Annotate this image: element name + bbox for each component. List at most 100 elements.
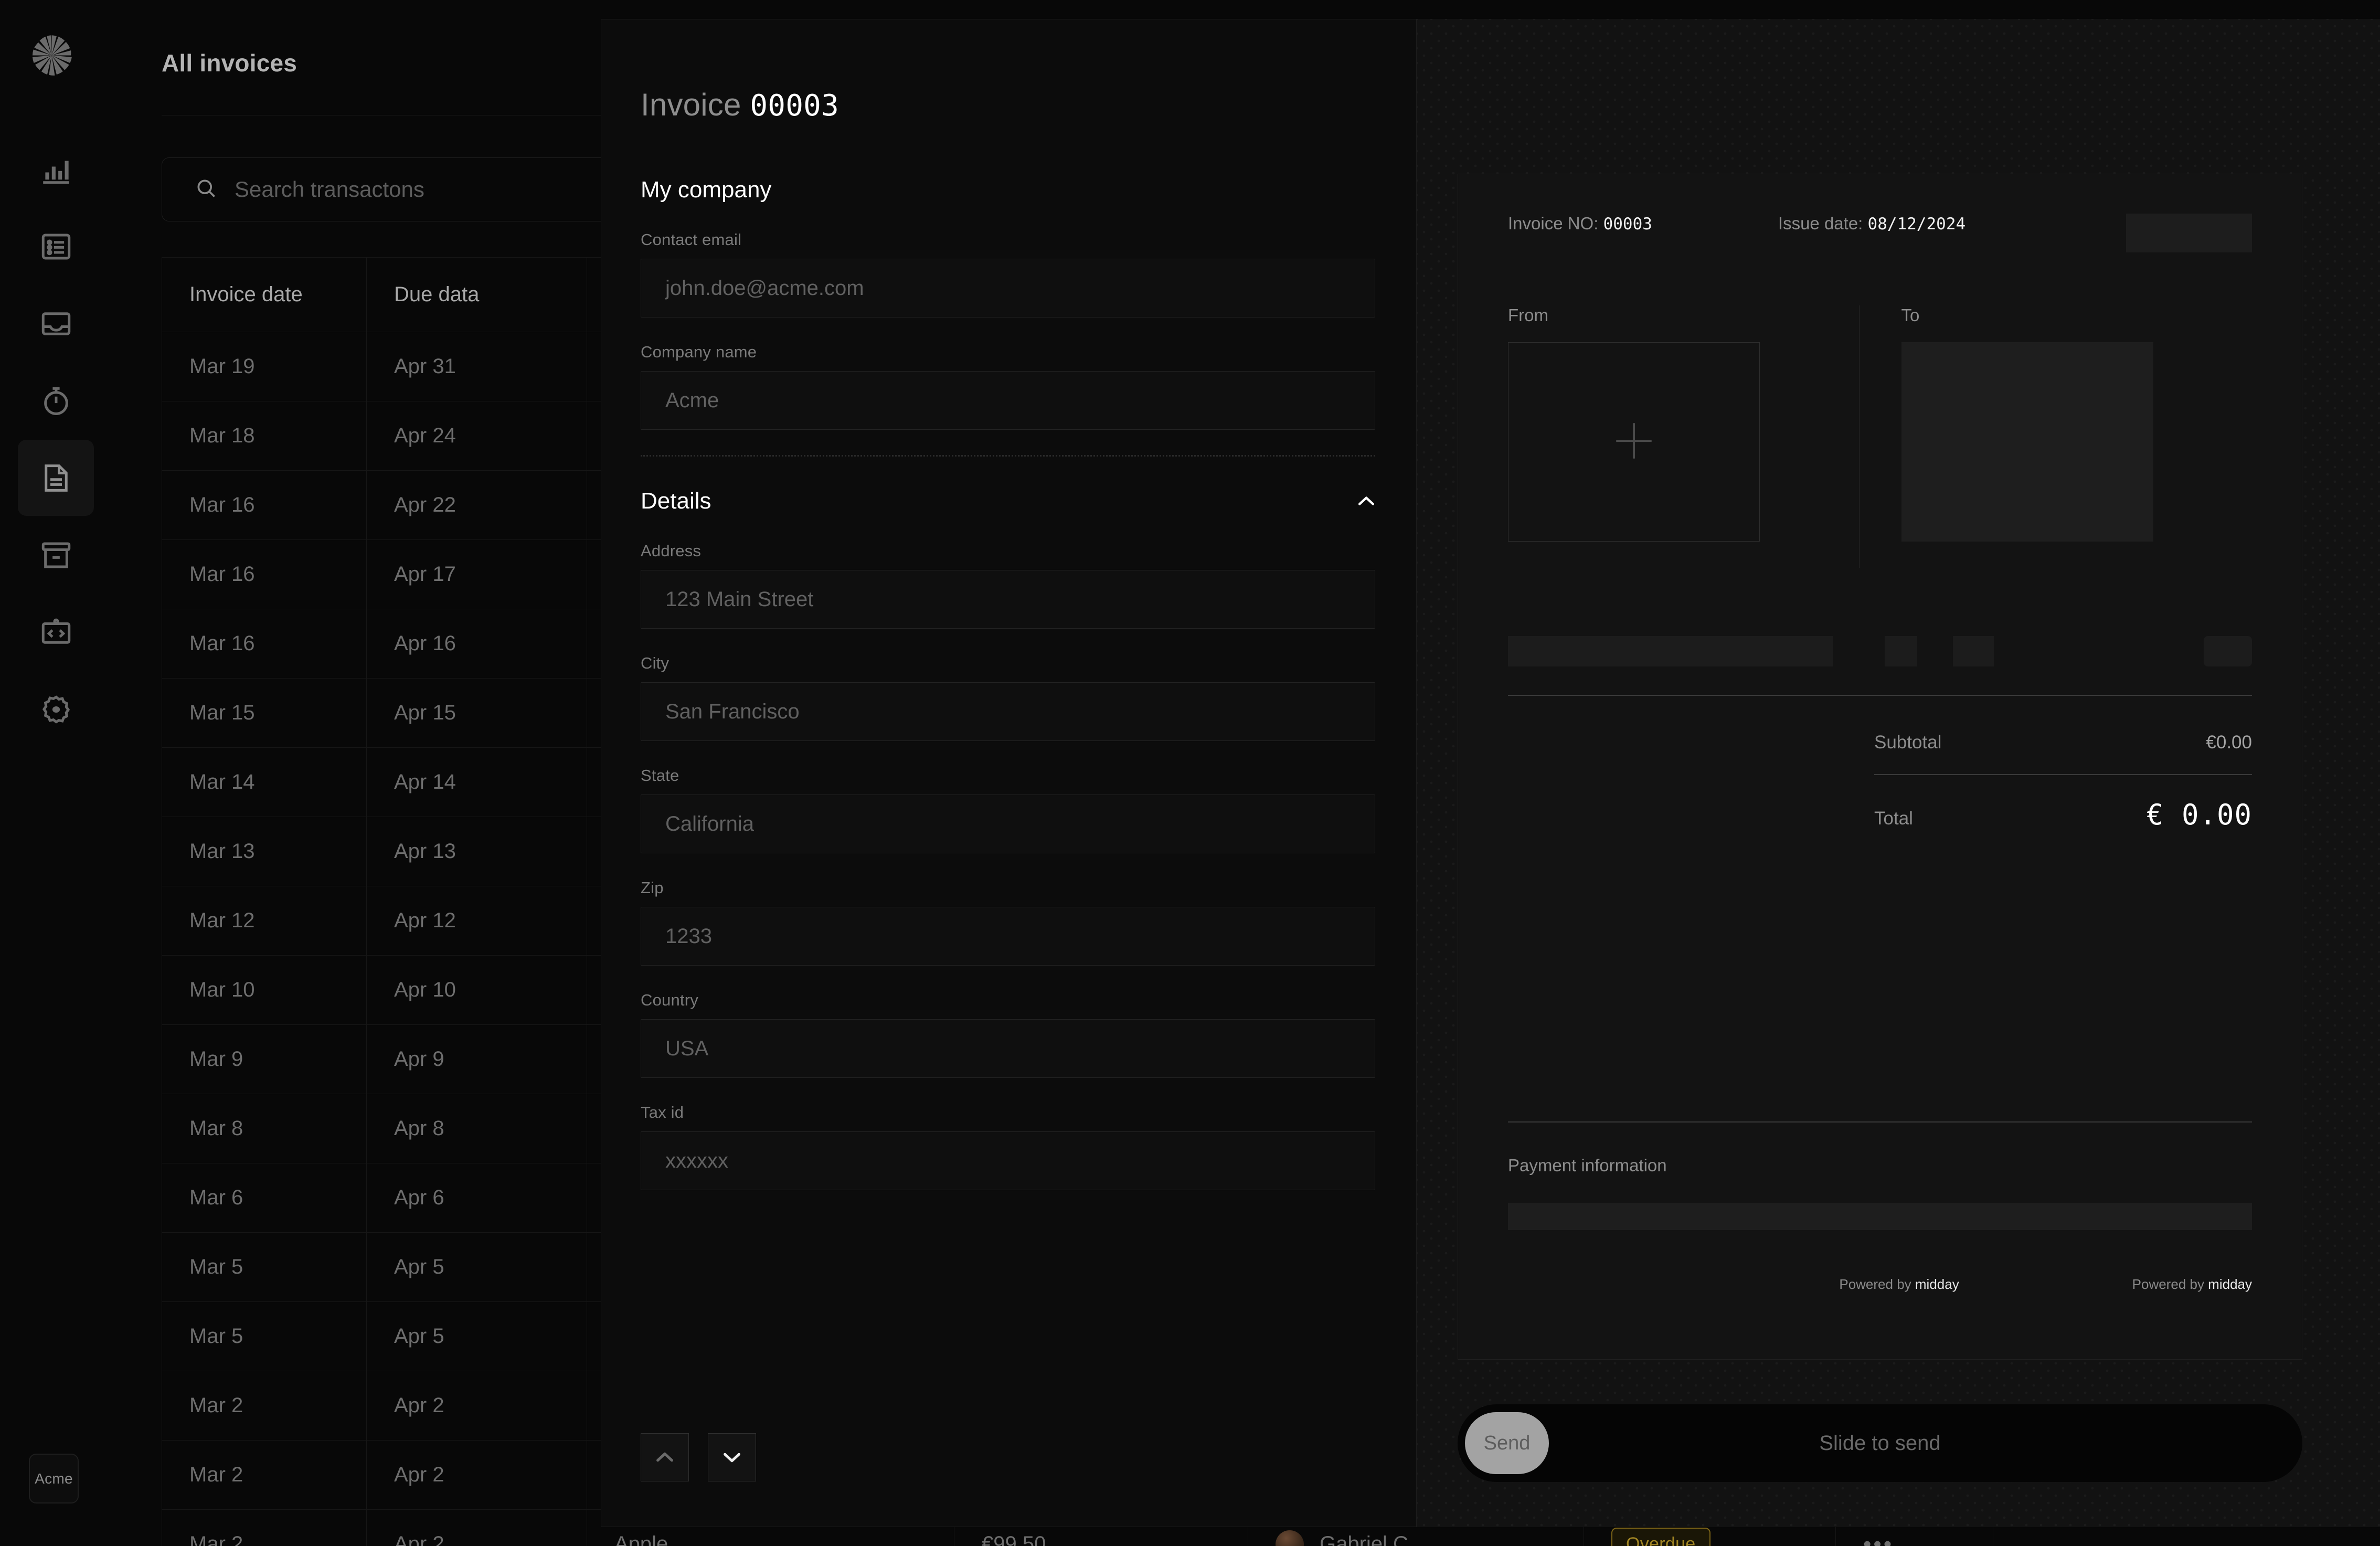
next-invoice-button[interactable] [708, 1433, 756, 1481]
field-contact-email: Contact email [641, 230, 1378, 317]
customer-name: Apple [614, 1532, 927, 1546]
issue-date-value: 08/12/2024 [1868, 215, 1966, 234]
state-label: State [641, 766, 1378, 785]
powered-by-brand: midday [1915, 1276, 1959, 1292]
field-state: State [641, 766, 1378, 853]
cell-due-date: Apr 6 [367, 1163, 587, 1233]
details-label: Details [641, 488, 711, 514]
midday-pinwheel-logo[interactable] [29, 33, 74, 78]
subtotal-value: €0.00 [2206, 732, 2252, 753]
payment-information-label: Payment information [1508, 1156, 1667, 1176]
cell-due-date: Apr 5 [367, 1302, 587, 1371]
line-item-total-skeleton [2204, 636, 2252, 666]
cell-invoice-date: Mar 2 [162, 1441, 367, 1510]
workspace-badge-label: Acme [35, 1470, 73, 1487]
field-company-name: Company name [641, 343, 1378, 430]
cell-due-date: Apr 17 [367, 540, 587, 609]
search-icon [195, 177, 218, 203]
invoice-number-meta: Invoice NO: 00003 [1508, 214, 1652, 234]
slide-to-send-control[interactable]: Send Slide to send [1458, 1404, 2302, 1482]
powered-by-center: Powered by midday [1839, 1276, 1959, 1293]
sidebar-item-invoices[interactable] [18, 440, 94, 516]
timer-icon [39, 384, 73, 418]
cell-due-date: Apr 2 [367, 1441, 587, 1510]
inbox-icon [39, 306, 73, 341]
cell-due-date: Apr 8 [367, 1094, 587, 1163]
from-label: From [1508, 305, 1859, 325]
cell-due-date: Apr 10 [367, 956, 587, 1025]
subtotal-row: Subtotal €0.00 [1874, 723, 2252, 763]
cell-due-date: Apr 5 [367, 1233, 587, 1302]
sidebar-item-apps[interactable] [18, 594, 94, 670]
send-button[interactable]: Send [1465, 1412, 1549, 1474]
status-badge: Overdue [1611, 1528, 1710, 1546]
slide-to-send-label: Slide to send [1458, 1432, 2302, 1455]
sidebar-item-inbox[interactable] [18, 285, 94, 362]
section-heading-details[interactable]: Details [641, 488, 1378, 514]
zip-input[interactable] [641, 907, 1375, 966]
bar-chart-icon [39, 152, 73, 187]
invoice-logo-placeholder[interactable] [2126, 214, 2252, 252]
to-details-placeholder[interactable] [1901, 342, 2153, 542]
cell-invoice-date: Mar 2 [162, 1371, 367, 1441]
sidebar-item-tracker[interactable] [18, 363, 94, 439]
workspace-badge[interactable]: Acme [29, 1454, 79, 1503]
cell-due-date: Apr 13 [367, 817, 587, 886]
page-title: All invoices [162, 49, 297, 77]
send-button-label: Send [1484, 1432, 1531, 1455]
section-divider [641, 455, 1375, 457]
to-column: To [1859, 305, 2252, 568]
cell-invoice-date: Mar 10 [162, 956, 367, 1025]
field-address: Address [641, 542, 1378, 629]
column-header-due-date[interactable]: Due data [367, 258, 587, 332]
tax-id-label: Tax id [641, 1103, 1378, 1122]
powered-by-prefix: Powered by [1839, 1276, 1915, 1292]
cell-due-date: Apr 9 [367, 1025, 587, 1094]
state-input[interactable] [641, 795, 1375, 853]
form-panel-title: Invoice 00003 [641, 87, 839, 123]
city-input[interactable] [641, 682, 1375, 741]
company-fields-group: Contact email Company name [641, 230, 1378, 430]
gear-icon [39, 692, 73, 727]
field-zip: Zip [641, 878, 1378, 966]
field-city: City [641, 654, 1378, 741]
cell-invoice-date: Mar 6 [162, 1163, 367, 1233]
sidebar-item-vault[interactable] [18, 517, 94, 593]
contact-email-input[interactable] [641, 259, 1375, 317]
address-input[interactable] [641, 570, 1375, 629]
invoice-form-panel: Invoice 00003 My company Contact emailCo… [601, 19, 1417, 1527]
invoice-preview-header: Invoice NO: 00003 Issue date: 08/12/2024 [1508, 214, 2252, 252]
tax-id-input[interactable] [641, 1131, 1375, 1190]
payment-information-placeholder[interactable] [1508, 1203, 2252, 1230]
to-label: To [1901, 305, 2252, 325]
sidebar-item-overview[interactable] [18, 131, 94, 207]
invoice-form: My company Contact emailCompany name Det… [601, 177, 1417, 1401]
city-label: City [641, 654, 1378, 673]
sidebar-item-settings[interactable] [18, 671, 94, 747]
cell-invoice-date: Mar 18 [162, 401, 367, 471]
code-icon [39, 615, 73, 650]
cell-invoice-date: Mar 15 [162, 679, 367, 748]
from-to-section: From To [1508, 305, 2252, 568]
powered-by-prefix-right: Powered by [2132, 1276, 2208, 1292]
invoices-app: Acme All invoices Invoice date [0, 0, 2380, 1546]
powered-by-brand-right: midday [2208, 1276, 2252, 1292]
cell-invoice-date: Mar 13 [162, 817, 367, 886]
cell-invoice-date: Mar 12 [162, 886, 367, 956]
row-menu-icon[interactable]: ••• [1863, 1531, 1894, 1546]
from-logo-upload[interactable] [1508, 342, 1760, 542]
column-header-invoice-date[interactable]: Invoice date [162, 258, 367, 332]
cell-invoice-date: Mar 8 [162, 1094, 367, 1163]
country-input[interactable] [641, 1019, 1375, 1078]
panel-navigation [641, 1433, 756, 1481]
previous-invoice-button[interactable] [641, 1433, 689, 1481]
company-name-input[interactable] [641, 371, 1375, 430]
cell-due-date: Apr 31 [367, 332, 587, 401]
chevron-up-icon[interactable] [1355, 490, 1378, 513]
powered-by-right: Powered by midday [2132, 1276, 2252, 1293]
sidebar-item-transactions[interactable] [18, 208, 94, 284]
cell-due-date: Apr 2 [367, 1510, 587, 1546]
cell-due-date: Apr 12 [367, 886, 587, 956]
invoice-preview-card: Invoice NO: 00003 Issue date: 08/12/2024… [1458, 174, 2302, 1360]
issue-date-label: Issue date: [1778, 214, 1863, 233]
